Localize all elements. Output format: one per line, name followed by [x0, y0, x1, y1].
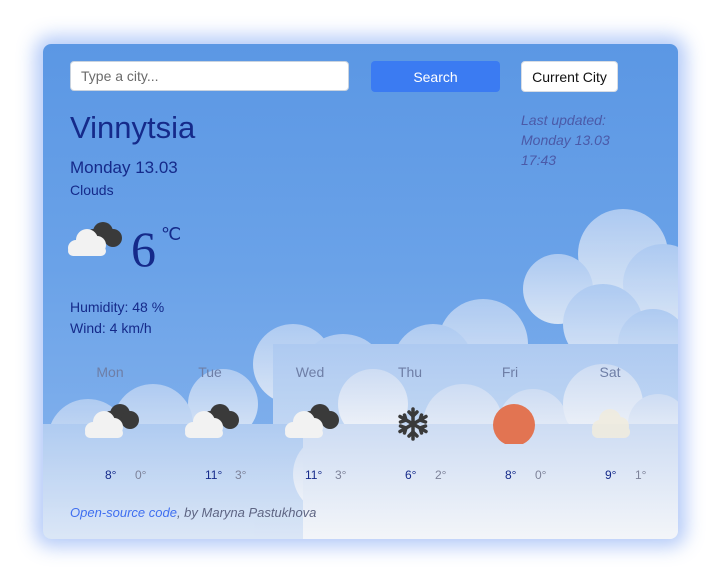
snowflake-icon	[398, 407, 428, 441]
cloud-icon	[185, 404, 239, 438]
last-updated-date: Monday 13.03	[521, 132, 610, 148]
current-city-button[interactable]: Current City	[521, 61, 618, 92]
forecast-max-temp: 8°	[105, 468, 117, 482]
forecast-day-name: Wed	[295, 364, 325, 380]
forecast-min-temp: 0°	[535, 468, 547, 482]
forecast-day: Tue 11° 3°	[160, 364, 260, 484]
forecast-max-temp: 11°	[205, 468, 223, 482]
humidity: Humidity: 48 %	[70, 299, 165, 315]
cloud-icon	[85, 404, 139, 438]
forecast-day-name: Mon	[96, 364, 124, 380]
forecast-min-temp: 1°	[635, 468, 647, 482]
forecast-max-temp: 8°	[505, 468, 517, 482]
open-source-link[interactable]: Open-source code	[70, 505, 177, 520]
city-search-input[interactable]	[70, 61, 349, 91]
cloud-icon	[285, 404, 339, 438]
forecast-day: Sat 9° 1°	[560, 364, 660, 484]
weather-description: Clouds	[70, 182, 114, 198]
forecast-day-name: Sat	[599, 364, 621, 380]
current-temperature: 6	[131, 221, 156, 277]
forecast-day: Fri 8° 0°	[460, 364, 560, 484]
forecast-day-name: Tue	[198, 364, 222, 380]
forecast-min-temp: 2°	[435, 468, 447, 482]
forecast-max-temp: 11°	[305, 468, 323, 482]
forecast-max-temp: 9°	[605, 468, 617, 482]
author-credit: , by Maryna Pastukhova	[176, 505, 317, 520]
forecast-day: Thu 6° 2°	[360, 364, 460, 484]
cloud-icon	[68, 222, 122, 256]
light-cloud-icon	[592, 409, 630, 438]
last-updated-time: 17:43	[521, 152, 557, 168]
forecast-min-temp: 3°	[235, 468, 247, 482]
last-updated-label: Last updated:	[521, 112, 606, 128]
last-updated: Last updated: Monday 13.03 17:43	[521, 110, 641, 170]
forecast-max-temp: 6°	[405, 468, 417, 482]
weather-card: Search Current City Vinnytsia Monday 13.…	[43, 44, 678, 539]
current-date: Monday 13.03	[70, 158, 178, 177]
temperature-unit-celsius[interactable]: ℃	[161, 224, 181, 245]
forecast-min-temp: 3°	[335, 468, 347, 482]
wind-speed: Wind: 4 km/h	[70, 320, 152, 336]
city-name: Vinnytsia	[70, 110, 196, 145]
forecast-day: Mon 8° 0°	[60, 364, 160, 484]
forecast-day: Wed 11° 3°	[260, 364, 360, 484]
forecast-day-name: Thu	[397, 364, 423, 380]
forecast-min-temp: 0°	[135, 468, 147, 482]
forecast-day-name: Fri	[501, 364, 519, 380]
sun-icon	[493, 404, 535, 444]
footer: Open-source code, by Maryna Pastukhova	[70, 505, 316, 520]
search-button[interactable]: Search	[371, 61, 500, 92]
